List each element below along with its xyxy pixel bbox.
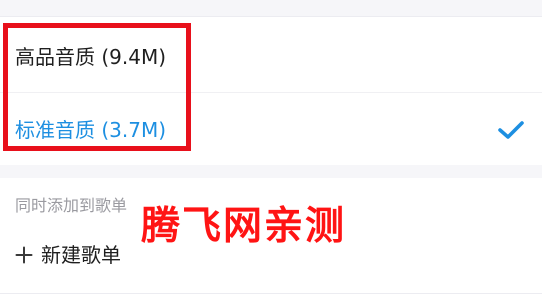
new-playlist-label: 新建歌单 [41,243,121,267]
section-gap [0,165,542,178]
add-to-playlist-title: 同时添加到歌单 [15,196,128,215]
new-playlist-button[interactable]: 新建歌单 [15,241,121,269]
watermark-text: 腾飞网亲测 [141,203,347,249]
plus-icon [15,246,33,264]
top-divider [0,16,542,17]
red-highlight-annotation [3,23,191,151]
top-background-strip [0,0,542,16]
bottom-divider [0,293,542,294]
checkmark-icon [498,121,524,139]
